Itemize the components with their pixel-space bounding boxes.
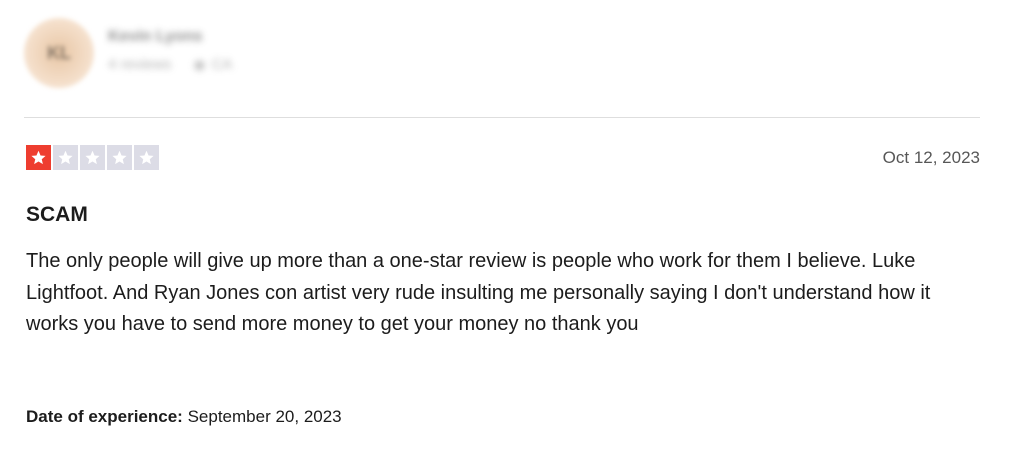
reviewer-header[interactable]: KL Kevin Lyons 4 reviews ◉ CA xyxy=(24,18,232,88)
date-of-experience: Date of experience: September 20, 2023 xyxy=(26,407,342,427)
star-icon xyxy=(107,145,132,170)
experience-label: Date of experience: xyxy=(26,407,183,426)
review-body: The only people will give up more than a… xyxy=(26,250,931,335)
review-card: KL Kevin Lyons 4 reviews ◉ CA Oct 12, 20… xyxy=(0,0,1024,451)
location-pin-icon: ◉ xyxy=(193,55,206,72)
avatar[interactable]: KL xyxy=(24,18,94,88)
reviewer-country: CA xyxy=(211,55,233,73)
avatar-initials: KL xyxy=(47,42,71,63)
star-icon xyxy=(134,145,159,170)
star-rating xyxy=(26,145,159,170)
review-title[interactable]: SCAM xyxy=(26,203,88,227)
star-icon xyxy=(80,145,105,170)
divider xyxy=(24,117,980,118)
star-icon xyxy=(26,145,51,170)
reviewer-stats: 4 reviews ◉ CA xyxy=(108,56,232,73)
experience-date: September 20, 2023 xyxy=(187,407,342,426)
reviewer-meta: Kevin Lyons 4 reviews ◉ CA xyxy=(108,28,232,73)
review-date: Oct 12, 2023 xyxy=(882,148,980,167)
star-icon xyxy=(53,145,78,170)
reviewer-review-count: 4 reviews xyxy=(108,55,172,73)
reviewer-name[interactable]: Kevin Lyons xyxy=(108,28,232,46)
